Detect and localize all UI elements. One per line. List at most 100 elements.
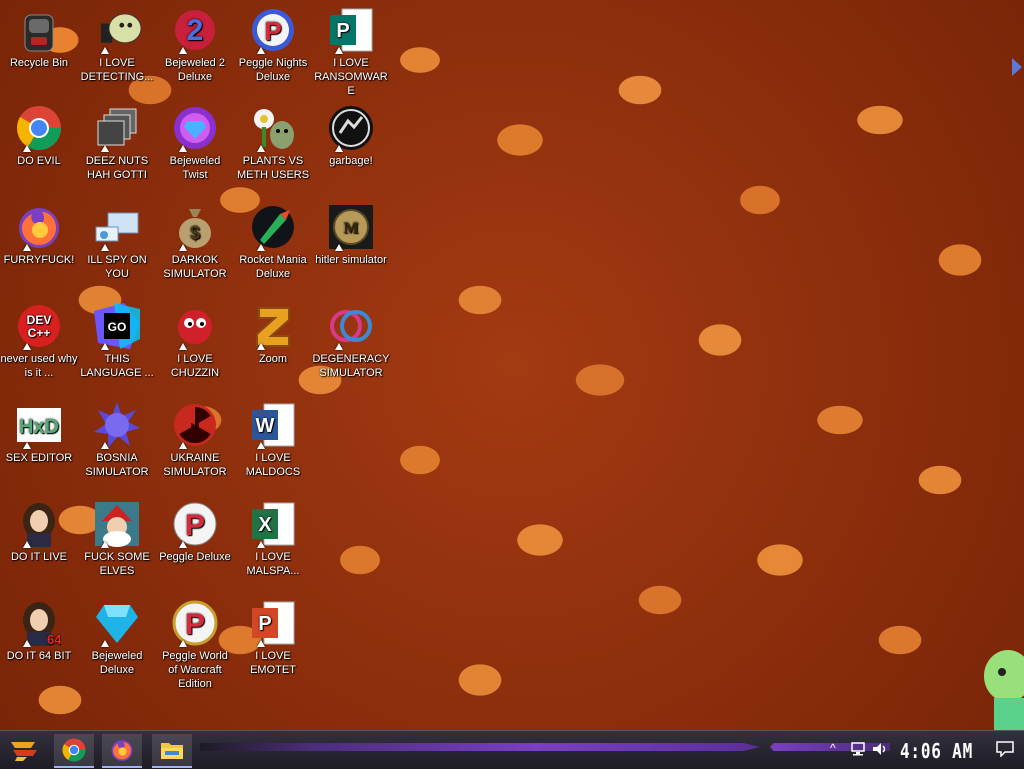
shortcut-arrow-icon — [23, 145, 31, 152]
shortcut-arrow-icon — [101, 244, 109, 251]
taskbar: ^ 4:06 AM — [0, 730, 1024, 769]
cursor-arrow-icon — [1012, 58, 1022, 76]
diamond-icon — [93, 599, 141, 647]
portrait-64-icon: 64 — [15, 599, 63, 647]
taskbar-app-file-explorer[interactable] — [152, 734, 192, 768]
desktop-icon-i-love-ransomware[interactable]: P I LOVE RANSOMWARE — [312, 6, 390, 98]
icon-label: BOSNIA SIMULATOR — [85, 452, 149, 478]
notification-icon[interactable] — [996, 741, 1014, 762]
desktop-icon-recycle-bin[interactable]: Recycle Bin — [0, 6, 78, 70]
word-icon: W — [249, 401, 297, 449]
icon-label: I LOVE CHUZZIN — [170, 353, 220, 379]
taskbar-app-firefox[interactable] — [102, 734, 142, 768]
spiky-ball-icon — [93, 401, 141, 449]
radiation-icon — [171, 401, 219, 449]
svg-text:X: X — [258, 514, 272, 536]
desktop-icon-rocket-mania-deluxe[interactable]: Rocket Mania Deluxe — [234, 203, 312, 281]
firefox-icon — [15, 203, 63, 251]
desktop-icon-furryfuck[interactable]: FURRYFUCK! — [0, 203, 78, 267]
svg-text:C++: C++ — [28, 326, 51, 340]
icon-label: PLANTS VS METH USERS — [236, 155, 310, 181]
shortcut-arrow-icon — [335, 47, 343, 54]
volume-icon[interactable] — [872, 741, 888, 762]
publisher-icon: P — [327, 6, 375, 54]
svg-text:DEV: DEV — [27, 313, 52, 327]
network-icon[interactable] — [850, 741, 866, 762]
shortcut-arrow-icon — [179, 145, 187, 152]
desktop-icon-peggle-wow[interactable]: P Peggle World of Warcraft Edition — [156, 599, 234, 691]
shortcut-arrow-icon — [257, 541, 265, 548]
shortcut-arrow-icon — [101, 343, 109, 350]
desktop-icon-ill-spy-on-you[interactable]: ILL SPY ON YOU — [78, 203, 156, 281]
firefox-icon — [111, 740, 133, 761]
icon-label: I LOVE RANSOMWARE — [314, 57, 388, 97]
shortcut-arrow-icon — [335, 145, 343, 152]
icon-label: Bejeweled Deluxe — [91, 650, 143, 676]
svg-text:P: P — [185, 509, 205, 542]
bejeweled-twist-icon — [171, 104, 219, 152]
desktop-icon-bejeweled-deluxe[interactable]: Bejeweled Deluxe — [78, 599, 156, 677]
svg-text:P: P — [258, 613, 271, 635]
desktop-icon-darkok-simulator[interactable]: $ DARKOK SIMULATOR — [156, 203, 234, 281]
desktop-icon-i-love-malspa[interactable]: X I LOVE MALSPA... — [234, 500, 312, 578]
icon-label: never used why is it ... — [0, 353, 78, 379]
svg-text:$: $ — [190, 223, 200, 243]
peggle-nights-icon: P — [249, 6, 297, 54]
desktop-icon-degeneracy-simulator[interactable]: DEGENERACY SIMULATOR — [312, 302, 390, 380]
desktop-icon-do-it-64-bit[interactable]: 64 DO IT 64 BIT — [0, 599, 78, 663]
desktop-icon-i-love-detecting[interactable]: I LOVE DETECTING... — [78, 6, 156, 84]
shortcut-arrow-icon — [257, 145, 265, 152]
icon-label: Bejeweled 2 Deluxe — [165, 57, 225, 83]
desktop-icon-deez-nuts[interactable]: DEEZ NUTS HAH GOTTI — [78, 104, 156, 182]
desktop-icon-sex-editor[interactable]: HxD SEX EDITOR — [0, 401, 78, 465]
shortcut-arrow-icon — [335, 343, 343, 350]
svg-text:64: 64 — [47, 632, 61, 646]
desktop-icon-plants-vs-meth-users[interactable]: PLANTS VS METH USERS — [234, 104, 312, 182]
shortcut-arrow-icon — [101, 442, 109, 449]
recycle-bin-icon — [15, 6, 63, 54]
detective-game-icon — [93, 6, 141, 54]
desktop-icon-bejeweled-2-deluxe[interactable]: 2 Bejeweled 2 Deluxe — [156, 6, 234, 84]
start-button[interactable] — [4, 735, 44, 765]
desktop-icon-do-it-live[interactable]: DO IT LIVE — [0, 500, 78, 564]
desktop-icon-ukraine-simulator[interactable]: UKRAINE SIMULATOR — [156, 401, 234, 479]
desktop[interactable]: Recycle Bin DO EVIL FURRYFUCK! DEV C++ ne… — [0, 0, 1024, 730]
desktop-icon-this-language[interactable]: GO THIS LANGUAGE ... — [78, 302, 156, 380]
desktop-icon-fuck-some-elves[interactable]: FUCK SOME ELVES — [78, 500, 156, 578]
desktop-icon-devcpp[interactable]: DEV C++ never used why is it ... — [0, 302, 78, 380]
desktop-icon-i-love-emotet[interactable]: P I LOVE EMOTET — [234, 599, 312, 677]
icon-label: I LOVE MALSPA... — [246, 551, 300, 577]
desktop-icon-peggle-nights-deluxe[interactable]: P Peggle Nights Deluxe — [234, 6, 312, 84]
tray-overflow-chevron[interactable]: ^ — [830, 741, 836, 755]
desktop-icon-bosnia-simulator[interactable]: BOSNIA SIMULATOR — [78, 401, 156, 479]
desktop-icon-do-evil[interactable]: DO EVIL — [0, 104, 78, 168]
desktop-icon-i-love-maldocs[interactable]: W I LOVE MALDOCS — [234, 401, 312, 479]
icon-label: I LOVE DETECTING... — [80, 57, 154, 83]
shortcut-arrow-icon — [23, 343, 31, 350]
shortcut-arrow-icon — [179, 442, 187, 449]
remote-desktop-icon — [93, 203, 141, 251]
shortcut-arrow-icon — [101, 640, 109, 647]
desktop-icon-zoom[interactable]: Zoom — [234, 302, 312, 366]
desktop-icon-hitler-simulator[interactable]: M hitler simulator — [312, 203, 390, 267]
shortcut-arrow-icon — [257, 442, 265, 449]
powerpoint-icon: P — [249, 599, 297, 647]
peggle-icon: P — [171, 500, 219, 548]
shortcut-arrow-icon — [23, 640, 31, 647]
santa-icon — [93, 500, 141, 548]
desktop-icon-peggle-deluxe[interactable]: P Peggle Deluxe — [156, 500, 234, 564]
taskbar-app-chrome[interactable] — [54, 734, 94, 768]
desktop-icon-bejeweled-twist[interactable]: Bejeweled Twist — [156, 104, 234, 182]
svg-text:M: M — [343, 220, 358, 237]
desktop-icon-i-love-chuzzin[interactable]: I LOVE CHUZZIN — [156, 302, 234, 380]
hoi-icon: M — [327, 203, 375, 251]
paradox-launcher-icon — [327, 104, 375, 152]
desktop-icon-garbage[interactable]: garbage! — [312, 104, 390, 168]
icon-label: Peggle Nights Deluxe — [238, 57, 308, 83]
shortcut-arrow-icon — [23, 442, 31, 449]
shortcut-arrow-icon — [257, 47, 265, 54]
clock[interactable]: 4:06 AM — [900, 739, 973, 763]
icon-label: DARKOK SIMULATOR — [163, 254, 227, 280]
icon-label: DEEZ NUTS HAH GOTTI — [85, 155, 149, 181]
shortcut-arrow-icon — [179, 541, 187, 548]
